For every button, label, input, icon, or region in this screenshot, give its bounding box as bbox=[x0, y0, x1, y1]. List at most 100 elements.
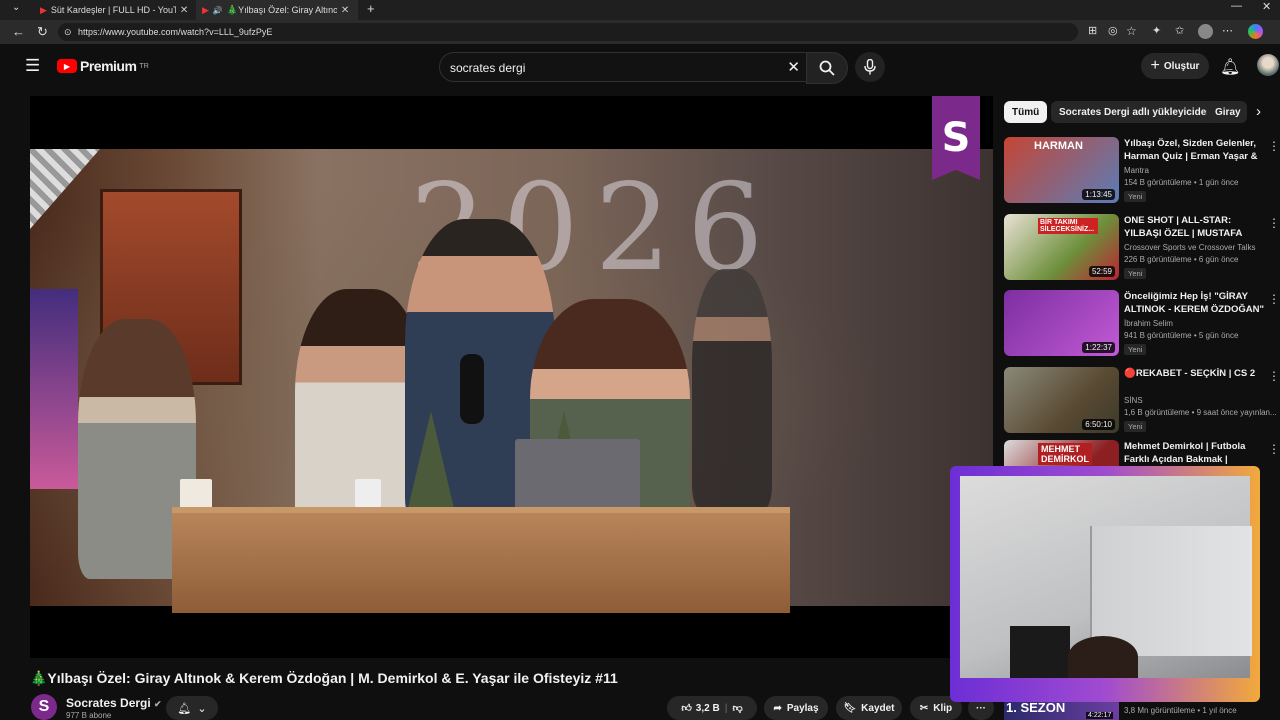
recommendation-title[interactable]: 🔴REKABET - SEÇKİN | CS 2 bbox=[1124, 367, 1264, 380]
url-field[interactable]: ⊙ https://www.youtube.com/watch?v=LLL_9u… bbox=[58, 23, 1078, 41]
bell-icon: 🔔︎ bbox=[177, 702, 192, 715]
audio-playing-icon[interactable]: 🔊 bbox=[213, 6, 223, 15]
plus-icon: + bbox=[1150, 57, 1160, 74]
like-dislike-group: 👍︎ 3,2 B | 👎︎ bbox=[667, 696, 757, 720]
recommendation-title[interactable]: Mehmet Demirkol | Futbola Farklı Açıdan … bbox=[1124, 440, 1264, 466]
new-tab-button[interactable]: + bbox=[367, 1, 375, 16]
like-count: 3,2 B bbox=[695, 702, 720, 714]
search-input[interactable]: socrates dergi ✕ bbox=[439, 52, 809, 82]
kebab-menu-icon[interactable]: ⋮ bbox=[1268, 292, 1280, 306]
extension-icon[interactable]: ✦ bbox=[1152, 24, 1161, 37]
country-code: TR bbox=[139, 62, 149, 70]
recommendation-meta: 941 B görüntüleme • 5 gün önce bbox=[1124, 331, 1239, 340]
scissors-icon: ✂ bbox=[919, 702, 929, 714]
search-button[interactable] bbox=[806, 52, 848, 84]
create-button[interactable]: + Oluştur bbox=[1141, 53, 1209, 79]
reload-icon[interactable]: ↻ bbox=[37, 24, 48, 40]
tracking-prevention-icon[interactable]: ◎ bbox=[1108, 24, 1118, 37]
app-icon[interactable]: ⊞ bbox=[1088, 24, 1097, 37]
chip-all[interactable]: Tümü bbox=[1004, 101, 1048, 123]
share-label: Paylaş bbox=[786, 702, 819, 714]
wooden-desk bbox=[172, 507, 790, 613]
channel-name[interactable]: Socrates Dergi ✔ bbox=[66, 696, 162, 710]
microphone-icon bbox=[864, 59, 876, 75]
recommendation-item[interactable]: BİR TAKIMI SİLECEKSİNİZ... 52:59 ONE SHO… bbox=[1004, 214, 1280, 286]
share-arrow-icon: ➦ bbox=[773, 702, 782, 714]
account-avatar[interactable] bbox=[1257, 54, 1279, 76]
more-menu-icon[interactable]: ⋯ bbox=[1222, 24, 1233, 37]
bookmark-icon: 🔖︎ bbox=[843, 702, 857, 714]
hamburger-menu-icon[interactable]: ☰ bbox=[25, 56, 40, 76]
site-info-icon[interactable]: ⊙ bbox=[64, 23, 72, 41]
kebab-menu-icon[interactable]: ⋮ bbox=[1268, 139, 1280, 153]
recommendation-title[interactable]: Yılbaşı Özel, Sizden Gelenler, Harman Qu… bbox=[1124, 137, 1264, 163]
share-button[interactable]: ➦ Paylaş bbox=[764, 696, 828, 720]
clear-search-icon[interactable]: ✕ bbox=[787, 53, 800, 83]
profile-avatar[interactable] bbox=[1198, 24, 1213, 39]
laptop bbox=[515, 439, 640, 517]
recommendation-meta: 3,8 Mn görüntüleme • 1 yıl önce bbox=[1124, 706, 1237, 715]
recommendation-channel[interactable]: Crossover Sports ve Crossover Talks bbox=[1124, 243, 1274, 252]
tab-list-icon[interactable]: ⌄ bbox=[12, 2, 20, 13]
voice-search-button[interactable] bbox=[855, 52, 885, 82]
like-divider: | bbox=[724, 702, 728, 714]
create-label: Oluştur bbox=[1163, 60, 1200, 72]
kebab-menu-icon[interactable]: ⋮ bbox=[1268, 369, 1280, 383]
thumbnail-text: BİR TAKIMI SİLECEKSİNİZ... bbox=[1038, 218, 1098, 234]
new-badge: Yeni bbox=[1124, 344, 1147, 355]
save-label: Kaydet bbox=[861, 702, 895, 714]
dislike-button[interactable]: 👎︎ bbox=[733, 702, 743, 714]
recommendation-title[interactable]: ONE SHOT | ALL-STAR: YILBAŞI ÖZEL | MUST… bbox=[1124, 214, 1264, 240]
video-thumbnail[interactable]: 1:22:37 bbox=[1004, 290, 1119, 356]
kebab-menu-icon[interactable]: ⋮ bbox=[1268, 216, 1280, 230]
chip-giray[interactable]: Giray bbox=[1207, 101, 1247, 123]
copilot-icon[interactable] bbox=[1248, 24, 1263, 39]
side-monitor bbox=[30, 289, 78, 489]
recommendation-meta: 154 B görüntüleme • 1 gün önce bbox=[1124, 178, 1239, 187]
thumbnail-text: HARMAN bbox=[1034, 140, 1083, 152]
recommendation-item[interactable]: HARMAN 1:13:45 Yılbaşı Özel, Sizden Gele… bbox=[1004, 137, 1280, 209]
webcam-feed bbox=[960, 476, 1252, 678]
youtube-logo[interactable]: ▶ Premium TR bbox=[57, 58, 149, 74]
tab-sut-kardesler[interactable]: ▶ Süt Kardeşler | FULL HD - YouTube ✕ bbox=[34, 0, 196, 20]
save-button[interactable]: 🔖︎ Kaydet bbox=[836, 696, 902, 720]
chevron-down-icon: ⌄ bbox=[197, 702, 207, 715]
close-tab-icon[interactable]: ✕ bbox=[341, 5, 349, 16]
notifications-bell-icon[interactable]: 🔔︎ bbox=[1220, 57, 1240, 77]
youtube-play-logo-icon: ▶ bbox=[57, 59, 77, 73]
tab-yilbasi-ozel[interactable]: ▶ 🔊 🎄Yılbaşı Özel: Giray Altınok ✕ bbox=[196, 0, 358, 20]
close-tab-icon[interactable]: ✕ bbox=[180, 5, 188, 16]
like-button[interactable]: 👍︎ 3,2 B bbox=[681, 702, 720, 715]
video-player[interactable]: 2026 S bbox=[30, 96, 993, 658]
thumbs-up-icon: 👍︎ bbox=[681, 703, 692, 714]
verified-badge-icon: ✔ bbox=[154, 699, 162, 709]
recommendation-item[interactable]: 1:22:37 Önceliğimiz Hep İş! "GİRAY ALTIN… bbox=[1004, 290, 1280, 362]
url-text: https://www.youtube.com/watch?v=LLL_9ufz… bbox=[78, 27, 273, 37]
chip-from-uploader[interactable]: Socrates Dergi adlı yükleyiciden bbox=[1051, 101, 1221, 123]
back-icon[interactable]: ← bbox=[12, 24, 25, 39]
close-window-icon[interactable]: ✕ bbox=[1262, 0, 1271, 13]
search-icon bbox=[819, 60, 835, 76]
recommendation-channel[interactable]: Mantra bbox=[1124, 166, 1274, 175]
video-title: 🎄Yılbaşı Özel: Giray Altınok & Kerem Özd… bbox=[30, 670, 618, 686]
chips-next-icon[interactable]: › bbox=[1256, 103, 1261, 120]
video-thumbnail[interactable]: 6:50:10 bbox=[1004, 367, 1119, 433]
new-badge: Yeni bbox=[1124, 421, 1147, 432]
recommendation-title[interactable]: Önceliğimiz Hep İş! "GİRAY ALTINOK - KER… bbox=[1124, 290, 1264, 316]
video-duration: 52:59 bbox=[1088, 266, 1115, 277]
recommendation-item[interactable]: 6:50:10 🔴REKABET - SEÇKİN | CS 2 SİNS 1,… bbox=[1004, 367, 1280, 439]
video-thumbnail[interactable]: BİR TAKIMI SİLECEKSİNİZ... 52:59 bbox=[1004, 214, 1119, 280]
kebab-menu-icon[interactable]: ⋮ bbox=[1268, 442, 1280, 456]
favorite-star-icon[interactable]: ☆ bbox=[1126, 24, 1137, 38]
new-badge: Yeni bbox=[1124, 191, 1147, 202]
streamer-head bbox=[1068, 636, 1138, 678]
video-thumbnail[interactable]: HARMAN 1:13:45 bbox=[1004, 137, 1119, 203]
search-value: socrates dergi bbox=[450, 61, 526, 75]
favorites-icon[interactable]: ✩ bbox=[1175, 24, 1184, 37]
recommendation-channel[interactable]: İbrahim Selim bbox=[1124, 319, 1274, 328]
channel-avatar[interactable]: S bbox=[31, 694, 57, 720]
subscription-bell-button[interactable]: 🔔︎ ⌄ bbox=[166, 696, 218, 720]
recommendation-meta: 226 B görüntüleme • 6 gün önce bbox=[1124, 255, 1239, 264]
recommendation-channel[interactable]: SİNS bbox=[1124, 396, 1274, 405]
minimize-icon[interactable]: — bbox=[1231, 0, 1242, 12]
